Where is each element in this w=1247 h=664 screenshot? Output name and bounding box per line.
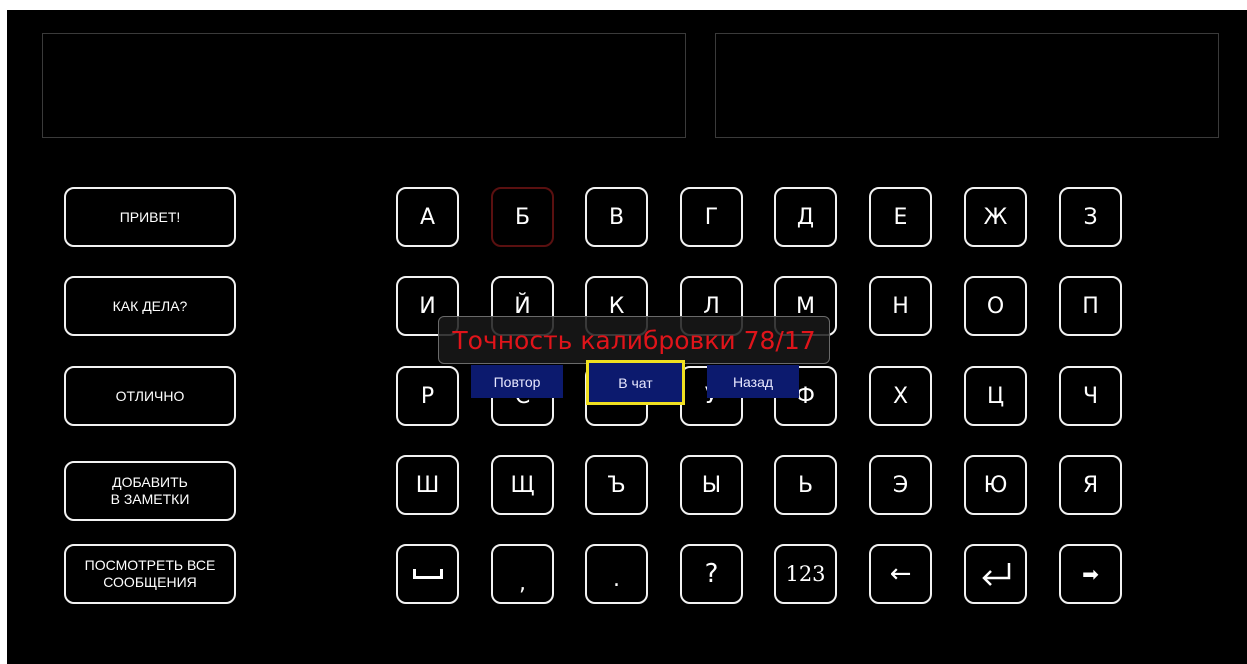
backspace-key[interactable]: ← (869, 544, 932, 604)
key-o[interactable]: О (964, 276, 1027, 336)
key-ve[interactable]: В (585, 187, 648, 247)
comma-key[interactable]: , (491, 544, 554, 604)
key-yu[interactable]: Ю (964, 455, 1027, 515)
numbers-key[interactable]: 123 (774, 544, 837, 604)
secondary-output-box (715, 33, 1219, 138)
key-er[interactable]: Р (396, 366, 459, 426)
back-button[interactable]: Назад (707, 365, 799, 398)
key-hard-sign[interactable]: Ъ (585, 455, 648, 515)
key-shcha[interactable]: Щ (491, 455, 554, 515)
key-yery[interactable]: Ы (680, 455, 743, 515)
key-ye[interactable]: Е (869, 187, 932, 247)
key-de[interactable]: Д (774, 187, 837, 247)
calibration-accuracy-text: Точность калибровки 78/17 (452, 325, 816, 355)
key-pe[interactable]: П (1059, 276, 1122, 336)
enter-return-icon (981, 563, 1010, 586)
key-en[interactable]: Н (869, 276, 932, 336)
enter-key[interactable] (964, 544, 1027, 604)
key-soft-sign[interactable]: Ь (774, 455, 837, 515)
app-screen: ПРИВЕТ! КАК ДЕЛА? ОТЛИЧНО ДОБАВИТЬ В ЗАМ… (7, 10, 1247, 664)
key-ze[interactable]: З (1059, 187, 1122, 247)
key-zhe[interactable]: Ж (964, 187, 1027, 247)
key-sha[interactable]: Ш (396, 455, 459, 515)
phrase-button-hello[interactable]: ПРИВЕТ! (64, 187, 236, 247)
key-che[interactable]: Ч (1059, 366, 1122, 426)
key-be[interactable]: Б (491, 187, 554, 247)
repeat-button[interactable]: Повтор (471, 365, 563, 398)
space-bar-icon (412, 569, 443, 579)
key-ya[interactable]: Я (1059, 455, 1122, 515)
question-mark-key[interactable]: ? (680, 544, 743, 604)
key-a[interactable]: А (396, 187, 459, 247)
key-e[interactable]: Э (869, 455, 932, 515)
arrow-right-icon: ➡ (1082, 562, 1099, 586)
key-kha[interactable]: Х (869, 366, 932, 426)
key-ge[interactable]: Г (680, 187, 743, 247)
message-output-box (42, 33, 686, 138)
arrow-left-icon: ← (889, 559, 912, 589)
space-key[interactable] (396, 544, 459, 604)
key-tse[interactable]: Ц (964, 366, 1027, 426)
to-chat-button[interactable]: В чат (586, 360, 685, 405)
add-to-notes-button[interactable]: ДОБАВИТЬ В ЗАМЕТКИ (64, 461, 236, 521)
phrase-button-how-are-you[interactable]: КАК ДЕЛА? (64, 276, 236, 336)
period-key[interactable]: . (585, 544, 648, 604)
next-key[interactable]: ➡ (1059, 544, 1122, 604)
view-all-messages-button[interactable]: ПОСМОТРЕТЬ ВСЕ СООБЩЕНИЯ (64, 544, 236, 604)
phrase-button-great[interactable]: ОТЛИЧНО (64, 366, 236, 426)
calibration-popup: Точность калибровки 78/17 (438, 316, 830, 364)
